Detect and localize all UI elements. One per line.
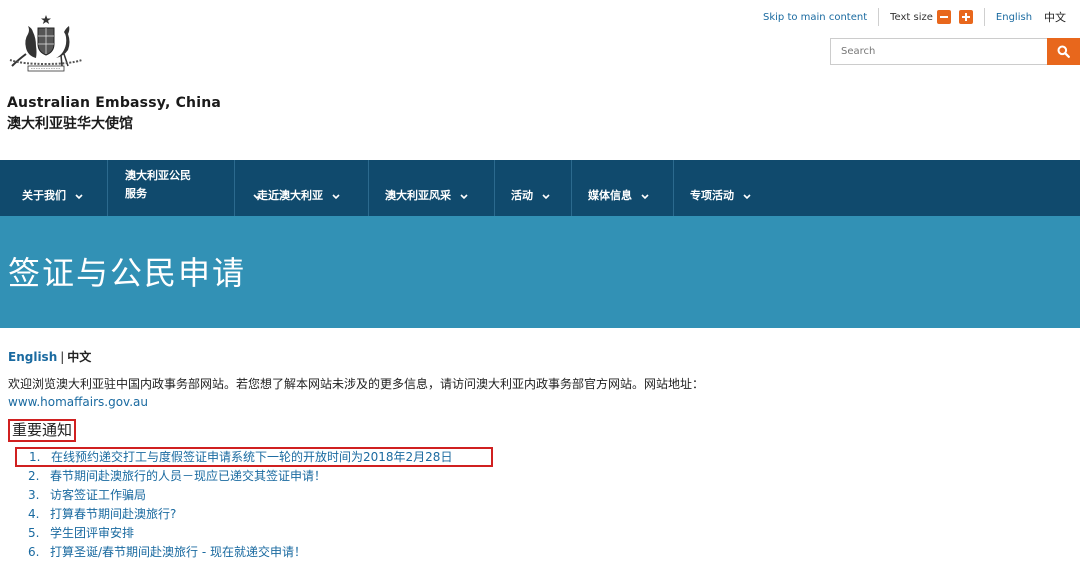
list-item-number: 1. xyxy=(29,450,41,464)
nav-item-about[interactable]: 关于我们 xyxy=(0,160,108,216)
nav-item-events[interactable]: 活动 xyxy=(495,160,572,216)
list-item[interactable]: 5. 学生团评审安排 xyxy=(8,524,768,543)
skip-to-content-link[interactable]: Skip to main content xyxy=(763,12,867,23)
intro-paragraph: 欢迎浏览澳大利亚驻中国内政事务部网站。若您想了解本网站未涉及的更多信息，请访问澳… xyxy=(8,375,753,411)
nav-item-label: 媒体信息 xyxy=(588,189,632,202)
notice-link[interactable]: 学生团评审安排 xyxy=(50,524,134,543)
notice-list: 1. 在线预约递交打工与度假签证申请系统下一轮的开放时间为2018年2月28日 … xyxy=(8,447,768,562)
plus-icon xyxy=(961,13,970,21)
page-banner: 签证与公民申请 xyxy=(0,216,1080,328)
nav-item-citizen-services[interactable]: 澳大利亚公民 服务 xyxy=(108,160,261,216)
notice-link[interactable]: 打算圣诞/春节期间赴澳旅行 - 现在就递交申请！ xyxy=(50,543,306,562)
main-nav: 关于我们 澳大利亚公民 服务 走近澳大利亚 澳大利亚风采 活动 媒体信息 专项活… xyxy=(0,160,1080,216)
search-icon xyxy=(1057,45,1070,58)
chevron-down-icon xyxy=(743,190,751,203)
list-item-number: 5. xyxy=(28,526,40,540)
site-title-chinese: 澳大利亚驻华大使馆 xyxy=(7,116,133,132)
main-content: English | 中文 欢迎浏览澳大利亚驻中国内政事务部网站。若您想了解本网站未涉… xyxy=(8,348,768,562)
page-title: 签证与公民申请 xyxy=(8,254,247,292)
list-item-number: 2. xyxy=(28,469,40,483)
chevron-down-icon xyxy=(542,190,550,203)
nav-item-label-line2: 服务 xyxy=(125,187,147,200)
list-item[interactable]: 3. 访客签证工作骗局 xyxy=(8,486,768,505)
minus-icon xyxy=(939,16,948,18)
homeaffairs-link[interactable]: www.homaffairs.gov.au xyxy=(8,395,148,409)
important-notice-heading: 重要通知 xyxy=(8,419,77,442)
nav-item-label: 关于我们 xyxy=(22,189,66,202)
notice-link[interactable]: 春节期间赴澳旅行的人员－现应已递交其签证申请！ xyxy=(50,467,326,486)
divider xyxy=(983,8,985,26)
utility-bar: Skip to main content Text size English 中… xyxy=(763,8,1066,26)
search-input[interactable] xyxy=(830,38,1047,65)
notice-link[interactable]: 访客签证工作骗局 xyxy=(50,486,146,505)
list-item-number: 4. xyxy=(28,507,40,521)
chevron-down-icon xyxy=(75,190,83,203)
language-chinese-link[interactable]: 中文 xyxy=(1044,9,1066,25)
chevron-down-icon xyxy=(641,190,649,203)
nav-item-label: 专项活动 xyxy=(690,189,734,202)
coat-of-arms-icon[interactable] xyxy=(6,14,86,74)
text-size-decrease-button[interactable] xyxy=(936,10,951,24)
nav-item-special-events[interactable]: 专项活动 xyxy=(674,160,774,216)
nav-item-label: 走近澳大利亚 xyxy=(257,189,323,202)
chevron-down-icon xyxy=(460,190,468,203)
language-english-link[interactable]: English xyxy=(996,12,1032,23)
site-title: Australian Embassy, China 澳大利亚驻华大使馆 xyxy=(7,95,221,133)
language-switcher: English | 中文 xyxy=(8,348,768,365)
intro-text: 欢迎浏览澳大利亚驻中国内政事务部网站。若您想了解本网站未涉及的更多信息，请访问澳… xyxy=(8,377,705,391)
site-title-english: Australian Embassy, China xyxy=(7,95,222,111)
list-item-number: 3. xyxy=(28,488,40,502)
search-button[interactable] xyxy=(1046,38,1080,65)
nav-item-media[interactable]: 媒体信息 xyxy=(572,160,674,216)
nav-item-australia-showcase[interactable]: 澳大利亚风采 xyxy=(369,160,495,216)
content-lang-chinese: 中文 xyxy=(67,350,92,364)
list-item[interactable]: 2. 春节期间赴澳旅行的人员－现应已递交其签证申请！ xyxy=(8,467,768,486)
content-lang-english-link[interactable]: English xyxy=(8,350,57,364)
lang-separator: | xyxy=(60,350,65,364)
divider xyxy=(878,8,880,26)
text-size-increase-button[interactable] xyxy=(958,10,973,24)
nav-item-about-australia[interactable]: 走近澳大利亚 xyxy=(235,160,369,216)
notice-link[interactable]: 在线预约递交打工与度假签证申请系统下一轮的开放时间为2018年2月28日 xyxy=(51,449,452,465)
chevron-down-icon xyxy=(332,190,340,203)
text-size-label: Text size xyxy=(890,11,933,23)
list-item[interactable]: 6. 打算圣诞/春节期间赴澳旅行 - 现在就递交申请！ xyxy=(8,543,768,562)
notice-link[interactable]: 打算春节期间赴澳旅行? xyxy=(50,505,176,524)
list-item-number: 6. xyxy=(28,545,40,559)
list-item[interactable]: 4. 打算春节期间赴澳旅行? xyxy=(8,505,768,524)
list-item[interactable]: 1. 在线预约递交打工与度假签证申请系统下一轮的开放时间为2018年2月28日 xyxy=(15,447,493,467)
nav-item-label: 澳大利亚公民 服务 xyxy=(125,167,191,203)
nav-item-label-line1: 澳大利亚公民 xyxy=(125,169,191,182)
nav-item-label: 澳大利亚风采 xyxy=(385,189,451,202)
nav-item-label: 活动 xyxy=(511,189,533,202)
search-form xyxy=(830,38,1080,65)
